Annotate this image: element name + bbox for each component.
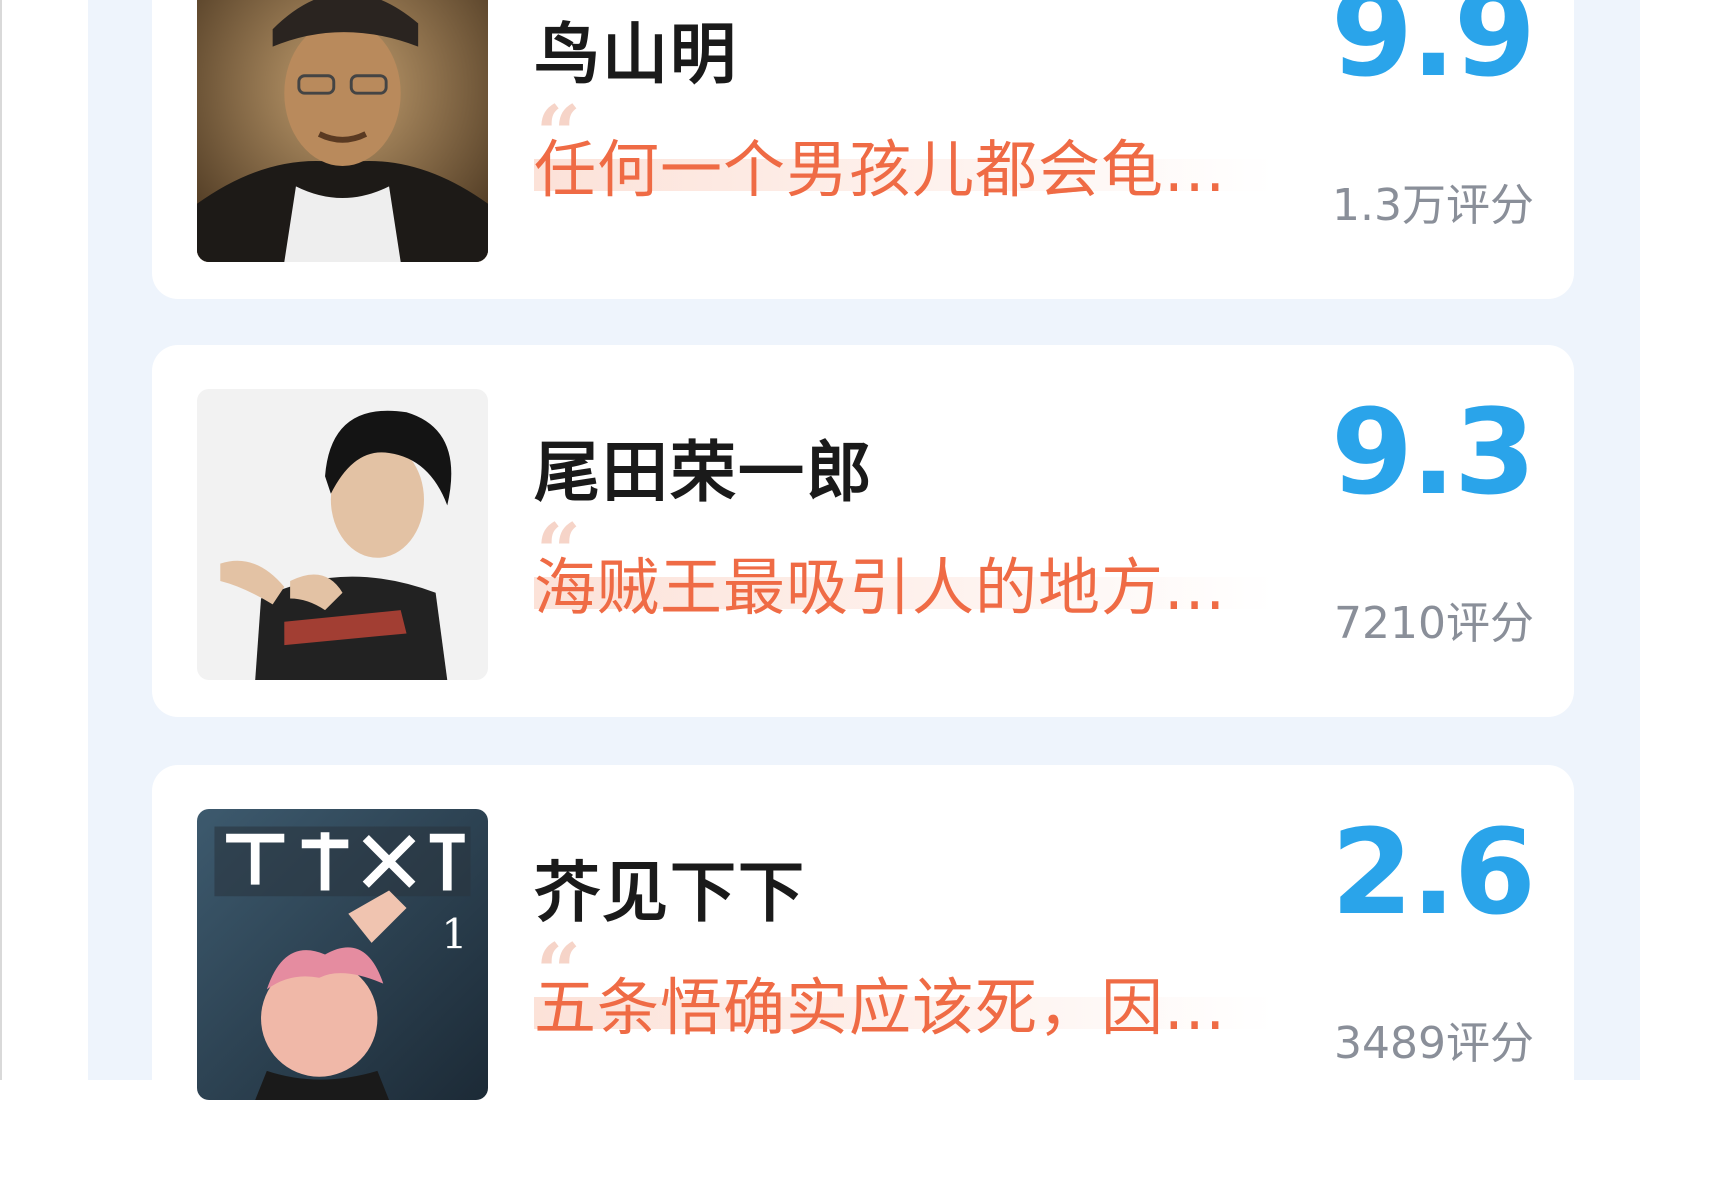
svg-text:1: 1 [441,911,467,959]
portrait-photo-icon[interactable] [197,0,488,262]
list-item[interactable]: 尾田荣一郎 “ 海贼王最吸引人的地方... 9.3 7210评分 [152,345,1574,717]
comment-text: 五条悟确实应该死，因... [534,971,1227,1044]
creator-name: 芥见下下 [534,854,806,931]
portrait-photo-icon[interactable] [197,389,488,680]
list-item[interactable]: 1 芥见下下 “ 五条悟确实应该死，因... 2.6 3489评分 [152,765,1574,1185]
comment-text: 海贼王最吸引人的地方... [534,551,1227,624]
score-value: 9.3 [1330,383,1536,521]
creator-name: 尾田荣一郎 [534,434,874,511]
list-item[interactable]: 鸟山明 “ 任何一个男孩儿都会龟... 9.9 1.3万评分 [152,0,1574,299]
rating-count: 1.3万评分 [1332,180,1534,231]
score-value: 2.6 [1330,803,1536,941]
comment-text: 任何一个男孩儿都会龟... [534,133,1227,206]
creator-name: 鸟山明 [534,16,738,93]
score-value: 9.9 [1330,0,1536,103]
rating-count: 7210评分 [1334,598,1534,649]
comment-preview[interactable]: “ 任何一个男孩儿都会龟... [534,89,1279,206]
comment-preview[interactable]: “ 海贼王最吸引人的地方... [534,507,1279,624]
rating-count: 3489评分 [1334,1018,1534,1069]
manga-cover-icon[interactable]: 1 [197,809,488,1100]
comment-preview[interactable]: “ 五条悟确实应该死，因... [534,927,1279,1044]
ranking-list[interactable]: 鸟山明 “ 任何一个男孩儿都会龟... 9.9 1.3万评分 尾田荣一郎 “ 海… [88,0,1640,1185]
